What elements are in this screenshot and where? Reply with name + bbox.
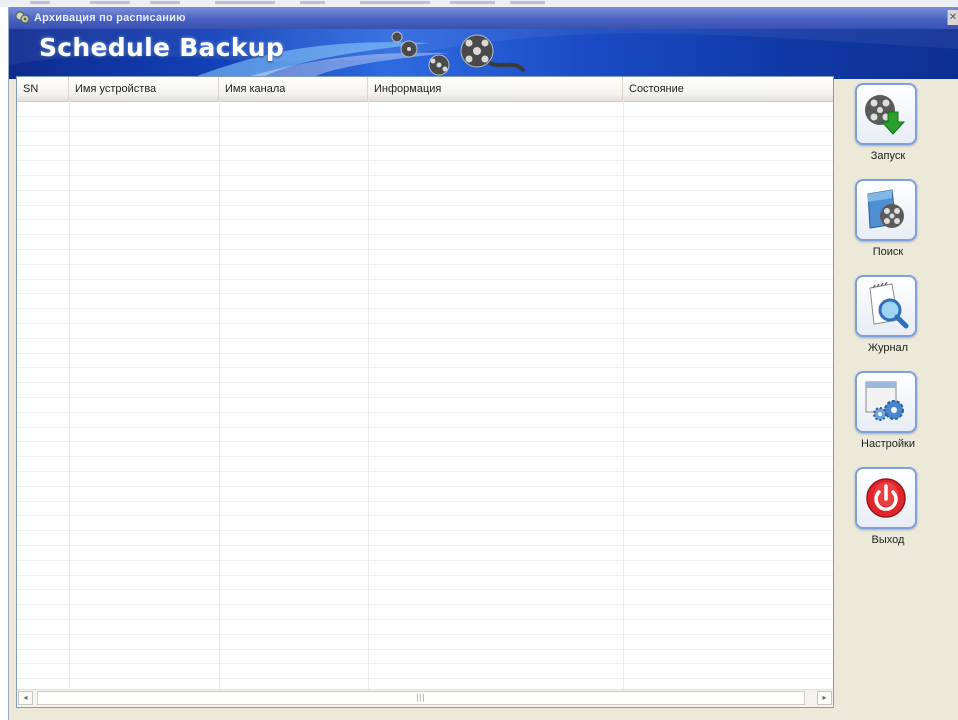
backup-task-table[interactable]: SN Имя устройства Имя канала Информация … [16,76,834,708]
title-bar: Архивация по расписанию ✕ [9,7,958,29]
column-divider [368,101,369,693]
header-banner: Schedule Backup [9,29,958,79]
power-icon [866,478,906,518]
column-divider [623,101,624,693]
empty-table-rows [17,116,833,679]
scroll-left-button[interactable]: ◂ [18,691,33,705]
exit-button-label: Выход [871,534,905,546]
table-header: SN Имя устройства Имя канала Информация … [17,77,833,102]
settings-button-frame[interactable] [855,371,917,433]
film-reel-app-icon [15,11,30,24]
exit-button-frame[interactable] [855,467,917,529]
column-header-device-name[interactable]: Имя устройства [69,77,219,101]
banner-title: Schedule Backup [39,33,285,62]
film-reels-graphic [391,31,526,76]
horizontal-scrollbar[interactable]: ◂ ||| ▸ [17,689,833,707]
window-title: Архивация по расписанию [34,12,186,24]
settings-button-label: Настройки [861,438,915,450]
film-reel-folder-icon [867,189,904,229]
scrollbar-thumb[interactable]: ||| [37,691,805,705]
start-button-frame[interactable] [855,83,917,145]
log-button-frame[interactable] [855,275,917,337]
search-button-label: Поиск [872,246,904,258]
column-divider [69,101,70,693]
log-magnifier-icon [869,282,909,329]
column-header-status[interactable]: Состояние [623,77,833,101]
column-header-sn[interactable]: SN [17,77,69,101]
column-divider [219,101,220,693]
top-strip [0,0,958,7]
film-reel-download-icon [865,95,906,135]
scroll-right-button[interactable]: ▸ [817,691,832,705]
search-button-frame[interactable] [855,179,917,241]
start-button-label: Запуск [870,150,906,162]
log-button-label: Журнал [867,342,909,354]
settings-gears-icon [865,381,904,421]
column-header-channel-name[interactable]: Имя канала [219,77,368,101]
close-icon[interactable]: ✕ [947,10,958,25]
column-header-info[interactable]: Информация [368,77,623,101]
